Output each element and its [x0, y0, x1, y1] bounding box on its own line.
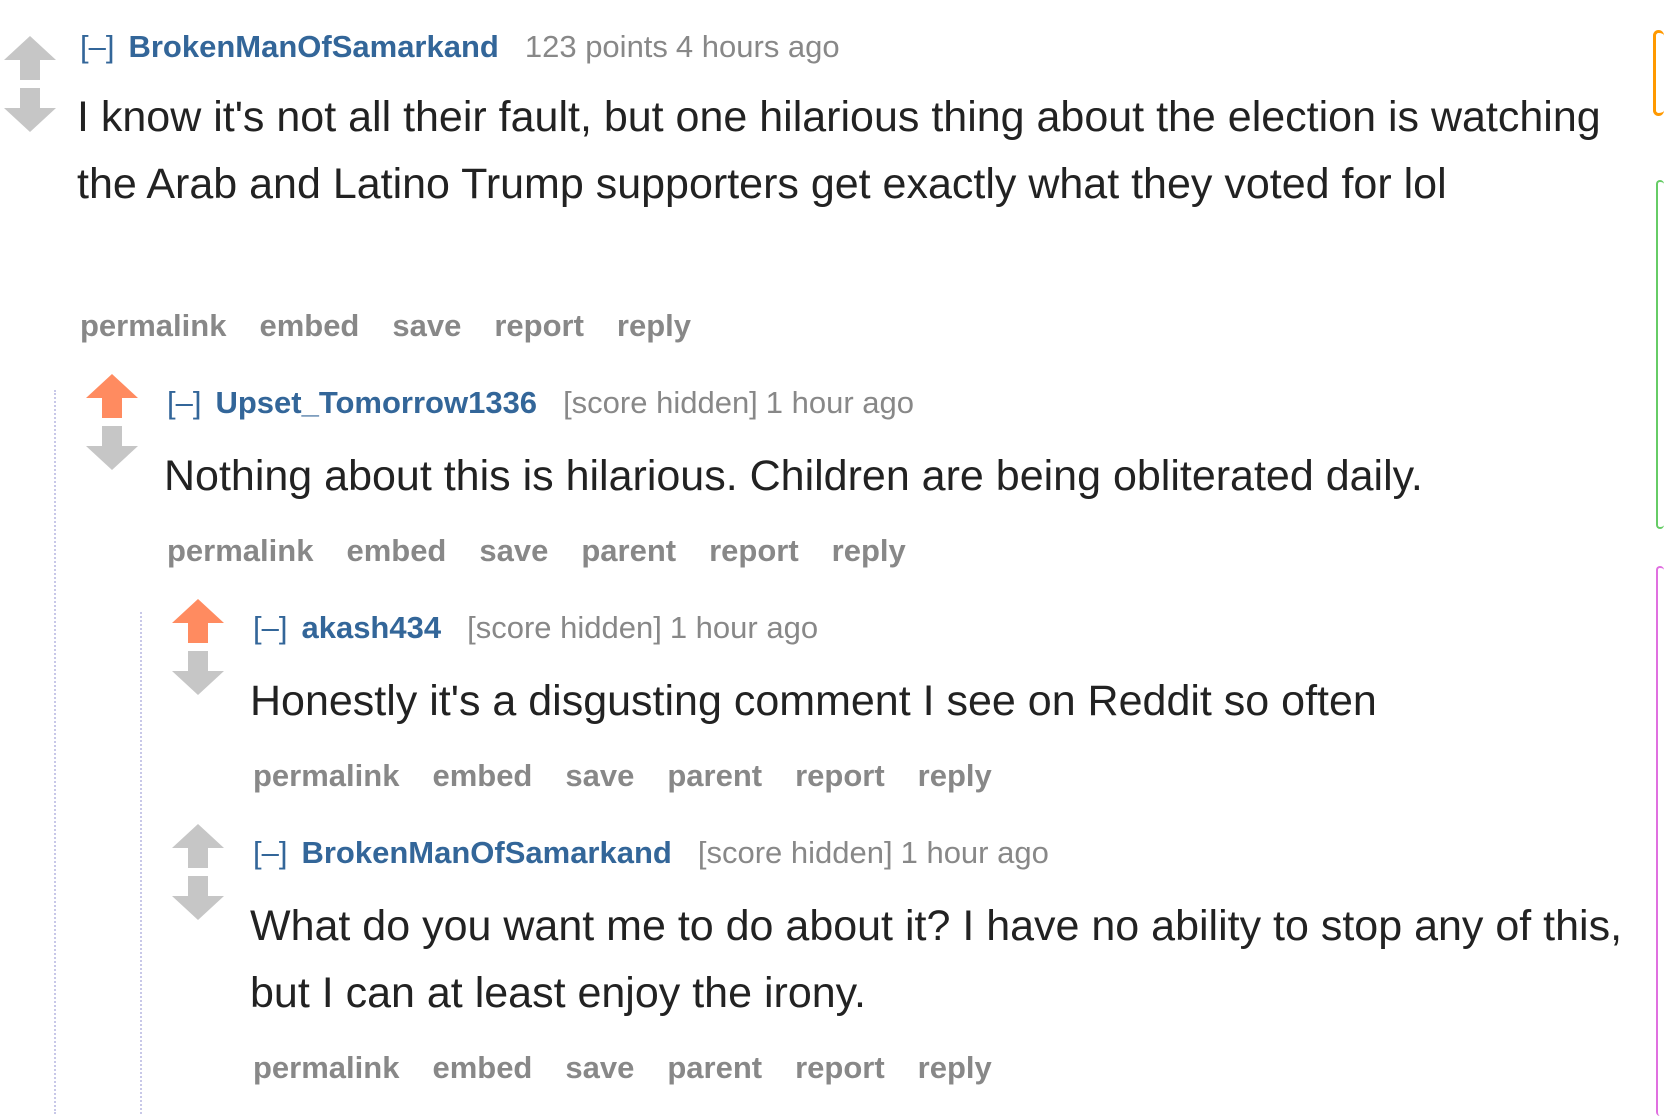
timestamp: 1 hour ago	[669, 610, 819, 645]
score: 123 points	[524, 29, 668, 64]
comment-actions: permalink embed save report reply	[80, 308, 724, 344]
comment-actions: permalink embed save parent report reply	[253, 1050, 1025, 1086]
upvote-arrow-icon[interactable]	[84, 372, 144, 424]
collapse-toggle[interactable]: [–]	[80, 29, 114, 64]
downvote-arrow-icon[interactable]	[170, 874, 230, 926]
thread-line-level-1	[54, 390, 56, 1114]
permalink-button[interactable]: permalink	[253, 1050, 399, 1085]
embed-button[interactable]: embed	[432, 758, 532, 793]
permalink-button[interactable]: permalink	[253, 758, 399, 793]
save-button[interactable]: save	[565, 758, 634, 793]
sidebar-edge-green	[1656, 180, 1664, 529]
comment-actions: permalink embed save parent report reply	[253, 758, 1025, 794]
vote-controls	[170, 822, 230, 926]
comment-body: Honestly it's a disgusting comment I see…	[250, 677, 1377, 725]
embed-button[interactable]: embed	[432, 1050, 532, 1085]
score: [score hidden]	[697, 835, 893, 870]
reply-button[interactable]: reply	[918, 1050, 992, 1085]
thread-line-level-2	[140, 612, 142, 1114]
save-button[interactable]: save	[565, 1050, 634, 1085]
embed-button[interactable]: embed	[259, 308, 359, 343]
embed-button[interactable]: embed	[346, 533, 446, 568]
reply-button[interactable]: reply	[617, 308, 691, 343]
comment-tagline: [–] akash434 [score hidden] 1 hour ago	[253, 610, 818, 646]
permalink-button[interactable]: permalink	[167, 533, 313, 568]
parent-button[interactable]: parent	[581, 533, 676, 568]
vote-controls	[84, 372, 144, 476]
parent-button[interactable]: parent	[667, 758, 762, 793]
vote-controls	[2, 34, 62, 138]
vote-controls	[170, 597, 230, 701]
comment-tagline: [–] BrokenManOfSamarkand [score hidden] 1 h…	[253, 835, 1049, 871]
comment-body: What do you want me to do about it? I ha…	[250, 902, 1623, 1017]
comment-tagline: [–] BrokenManOfSamarkand 123 points 4 hours…	[80, 29, 840, 65]
author-link[interactable]: Upset_Tomorrow1336	[215, 385, 537, 420]
collapse-toggle[interactable]: [–]	[253, 835, 287, 870]
sidebar-edge-orange	[1653, 30, 1664, 116]
downvote-arrow-icon[interactable]	[84, 424, 144, 476]
score: [score hidden]	[467, 610, 662, 645]
save-button[interactable]: save	[479, 533, 548, 568]
collapse-toggle[interactable]: [–]	[253, 610, 287, 645]
permalink-button[interactable]: permalink	[80, 308, 226, 343]
report-button[interactable]: report	[709, 533, 799, 568]
score: [score hidden]	[563, 385, 758, 420]
report-button[interactable]: report	[795, 1050, 885, 1085]
comment-body: I know it's not all their fault, but one…	[77, 93, 1601, 208]
comment-tagline: [–] Upset_Tomorrow1336 [score hidden] 1 hou…	[167, 385, 914, 421]
reply-button[interactable]: reply	[832, 533, 906, 568]
comment-body: Nothing about this is hilarious. Childre…	[164, 452, 1423, 500]
parent-button[interactable]: parent	[667, 1050, 762, 1085]
downvote-arrow-icon[interactable]	[2, 86, 62, 138]
save-button[interactable]: save	[392, 308, 461, 343]
reply-button[interactable]: reply	[918, 758, 992, 793]
report-button[interactable]: report	[494, 308, 584, 343]
collapse-toggle[interactable]: [–]	[167, 385, 201, 420]
timestamp: 1 hour ago	[765, 385, 915, 420]
timestamp: 1 hour ago	[900, 835, 1049, 870]
author-link[interactable]: akash434	[301, 610, 441, 645]
timestamp: 4 hours ago	[675, 29, 840, 64]
report-button[interactable]: report	[795, 758, 885, 793]
upvote-arrow-icon[interactable]	[2, 34, 62, 86]
downvote-arrow-icon[interactable]	[170, 649, 230, 701]
upvote-arrow-icon[interactable]	[170, 822, 230, 874]
author-link[interactable]: BrokenManOfSamarkand	[128, 29, 498, 64]
author-link[interactable]: BrokenManOfSamarkand	[301, 835, 671, 870]
comment-actions: permalink embed save parent report reply	[167, 533, 939, 569]
upvote-arrow-icon[interactable]	[170, 597, 230, 649]
sidebar-edge-pink	[1656, 566, 1664, 1116]
